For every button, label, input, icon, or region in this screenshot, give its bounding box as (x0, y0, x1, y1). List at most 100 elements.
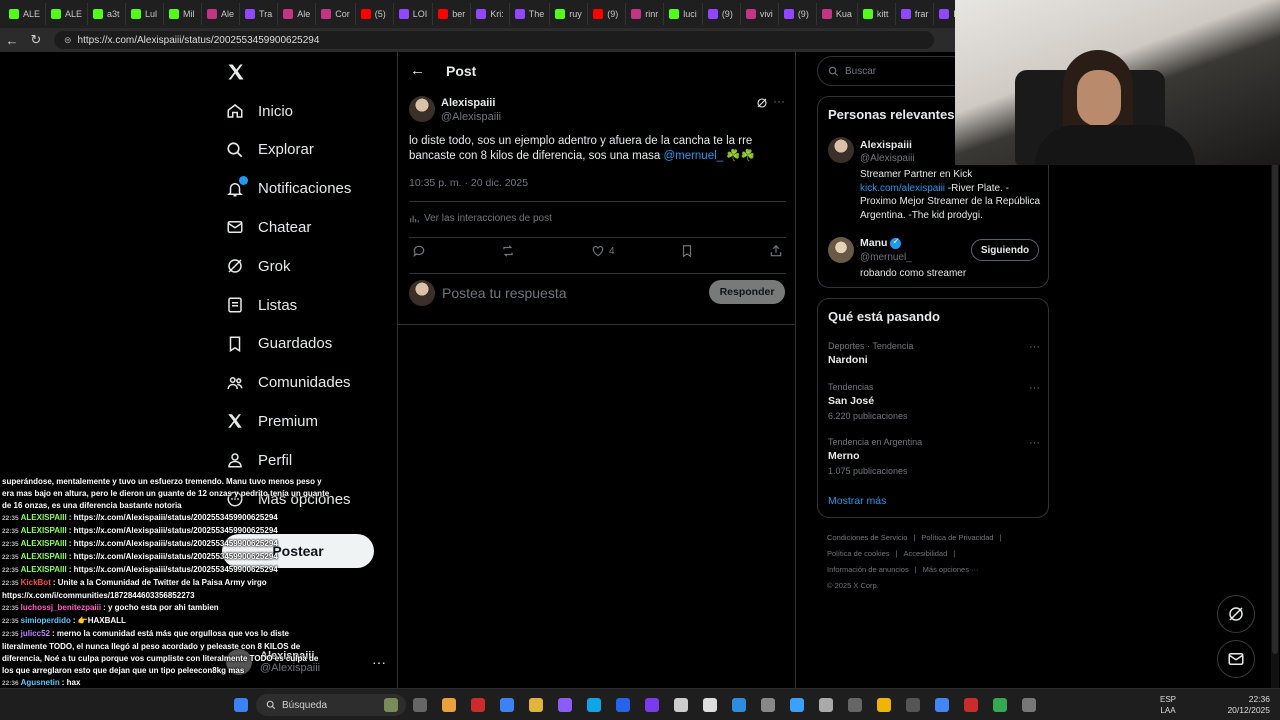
taskbar-app-icon[interactable] (703, 698, 717, 712)
trend-item[interactable]: Tendencia en Argentina Merno 1.075 publi… (828, 437, 1040, 476)
back-icon[interactable]: ← (0, 28, 24, 52)
browser-tab[interactable]: Mil (164, 3, 203, 25)
taskbar-app-icon[interactable] (587, 698, 601, 712)
nav-item-premium[interactable]: Premium (226, 409, 318, 433)
site-info-icon[interactable]: ⊜ (64, 35, 72, 46)
browser-tab[interactable]: Lul (126, 3, 165, 25)
taskbar-app-icon[interactable] (848, 698, 862, 712)
messages-fab[interactable] (1217, 640, 1255, 678)
browser-tab[interactable]: frar (896, 3, 935, 25)
avatar[interactable] (828, 137, 854, 163)
person-name[interactable]: Alexispaiii (860, 139, 912, 151)
footer-link[interactable]: Más opciones ··· (923, 565, 979, 574)
taskbar-app-icon[interactable] (964, 698, 978, 712)
reply-button[interactable] (412, 244, 426, 258)
browser-tab[interactable]: luci (664, 3, 703, 25)
mention-link[interactable]: @mernuel_ (663, 150, 723, 162)
browser-tab[interactable]: ber (433, 3, 472, 25)
taskbar-app-icon[interactable] (906, 698, 920, 712)
browser-tab[interactable]: a3t (88, 3, 127, 25)
trend-more-icon[interactable]: ··· (1029, 341, 1040, 353)
taskbar-app-icon[interactable] (471, 698, 485, 712)
browser-tab[interactable]: Ale (202, 3, 241, 25)
nav-item-inicio[interactable]: Inicio (226, 99, 293, 123)
bio-link[interactable]: kick.com/alexispaiii (860, 183, 945, 194)
browser-tab[interactable]: The (510, 3, 551, 25)
reply-submit-button[interactable]: Responder (709, 280, 785, 304)
browser-tab[interactable]: Kua (817, 3, 858, 25)
browser-tab[interactable]: (9) (779, 3, 817, 25)
browser-tab[interactable]: Ale (278, 3, 317, 25)
taskbar-app-icon[interactable] (442, 698, 456, 712)
browser-tab[interactable]: Kri: (471, 3, 510, 25)
footer-link[interactable]: Política de cookies (827, 549, 890, 558)
nav-item-perfil[interactable]: Perfil (226, 448, 292, 472)
nav-item-listas[interactable]: Listas (226, 293, 297, 317)
interactions-link[interactable]: Ver las interacciones de post (409, 213, 552, 224)
post-timestamp[interactable]: 10:35 p. m. · 20 dic. 2025 (409, 177, 528, 189)
taskbar-clock[interactable]: 22:36 20/12/2025 (1222, 694, 1270, 716)
browser-tab[interactable]: (9) (703, 3, 741, 25)
taskbar-app-icon[interactable] (674, 698, 688, 712)
back-arrow-icon[interactable]: ← (410, 62, 425, 79)
taskbar-app-icon[interactable] (761, 698, 775, 712)
browser-tab[interactable]: rinr (626, 3, 665, 25)
footer-link[interactable]: © 2025 X Corp. (827, 581, 879, 590)
taskbar-app-icon[interactable] (790, 698, 804, 712)
taskbar-app-icon[interactable] (993, 698, 1007, 712)
reply-input[interactable]: Postea tu respuesta (442, 285, 567, 301)
footer-link[interactable]: Política de Privacidad (921, 533, 993, 542)
browser-tab[interactable]: Cor (316, 3, 356, 25)
footer-link[interactable]: Información de anuncios (827, 565, 909, 574)
reload-icon[interactable]: ↻ (24, 28, 48, 52)
footer-link[interactable]: Condiciones de Servicio (827, 533, 907, 542)
browser-tab[interactable]: (9) (588, 3, 627, 25)
browser-tab[interactable]: vivi (741, 3, 779, 25)
person-handle[interactable]: @mernuel_ (860, 252, 912, 263)
search-input[interactable]: Buscar (817, 56, 967, 86)
bookmark-button[interactable] (680, 244, 694, 258)
taskbar-app-icon[interactable] (877, 698, 891, 712)
url-field[interactable]: ⊜ https://x.com/Alexispaiii/status/20025… (54, 31, 934, 49)
nav-item-notificaciones[interactable]: Notificaciones (226, 175, 351, 201)
author-name[interactable]: Alexispaiii (441, 97, 495, 109)
footer-link[interactable]: Accesibilidad (904, 549, 948, 558)
nav-item-guardados[interactable]: Guardados (226, 332, 332, 356)
grok-fab[interactable] (1217, 595, 1255, 633)
avatar[interactable] (828, 237, 854, 263)
share-button[interactable] (769, 244, 783, 258)
start-icon[interactable] (234, 698, 248, 712)
browser-tab[interactable]: ruy (550, 3, 589, 25)
taskbar-app-icon[interactable] (529, 698, 543, 712)
taskbar-app-icon[interactable] (645, 698, 659, 712)
nav-item-grok[interactable]: Grok (226, 254, 291, 278)
repost-button[interactable] (501, 244, 515, 258)
nav-item-explorar[interactable]: Explorar (226, 138, 314, 162)
taskbar-app-icon[interactable] (500, 698, 514, 712)
trend-item[interactable]: Tendencias San José 6.220 publicaciones … (828, 382, 1040, 421)
browser-tab[interactable]: ALE (46, 3, 89, 25)
taskbar-app-icon[interactable] (1022, 698, 1036, 712)
trend-more-icon[interactable]: ··· (1029, 437, 1040, 449)
language-indicator[interactable]: ESP LAA (1160, 694, 1176, 716)
taskbar-app-icon[interactable] (413, 698, 427, 712)
nav-item-chatear[interactable]: Chatear (226, 215, 311, 239)
grok-icon[interactable] (756, 97, 768, 109)
browser-tab[interactable]: kitt (858, 3, 896, 25)
x-logo-icon[interactable] (226, 62, 246, 82)
trend-more-icon[interactable]: ··· (1029, 382, 1040, 394)
show-more-link[interactable]: Mostrar más (828, 495, 886, 507)
nav-item-comunidades[interactable]: Comunidades (226, 371, 351, 395)
browser-tab[interactable]: LOI (394, 3, 434, 25)
taskbar-app-icon[interactable] (819, 698, 833, 712)
taskbar-app-icon[interactable] (384, 698, 398, 712)
browser-tab[interactable]: Tra (240, 3, 279, 25)
taskbar-app-icon[interactable] (732, 698, 746, 712)
post-more-icon[interactable]: ··· (773, 94, 785, 108)
browser-tab[interactable]: ALE (4, 3, 47, 25)
taskbar-app-icon[interactable] (616, 698, 630, 712)
browser-tab[interactable]: (5) (356, 3, 394, 25)
like-button[interactable]: 4 (591, 244, 615, 258)
author-avatar[interactable] (409, 96, 435, 122)
person-name[interactable]: Manu (860, 236, 902, 249)
